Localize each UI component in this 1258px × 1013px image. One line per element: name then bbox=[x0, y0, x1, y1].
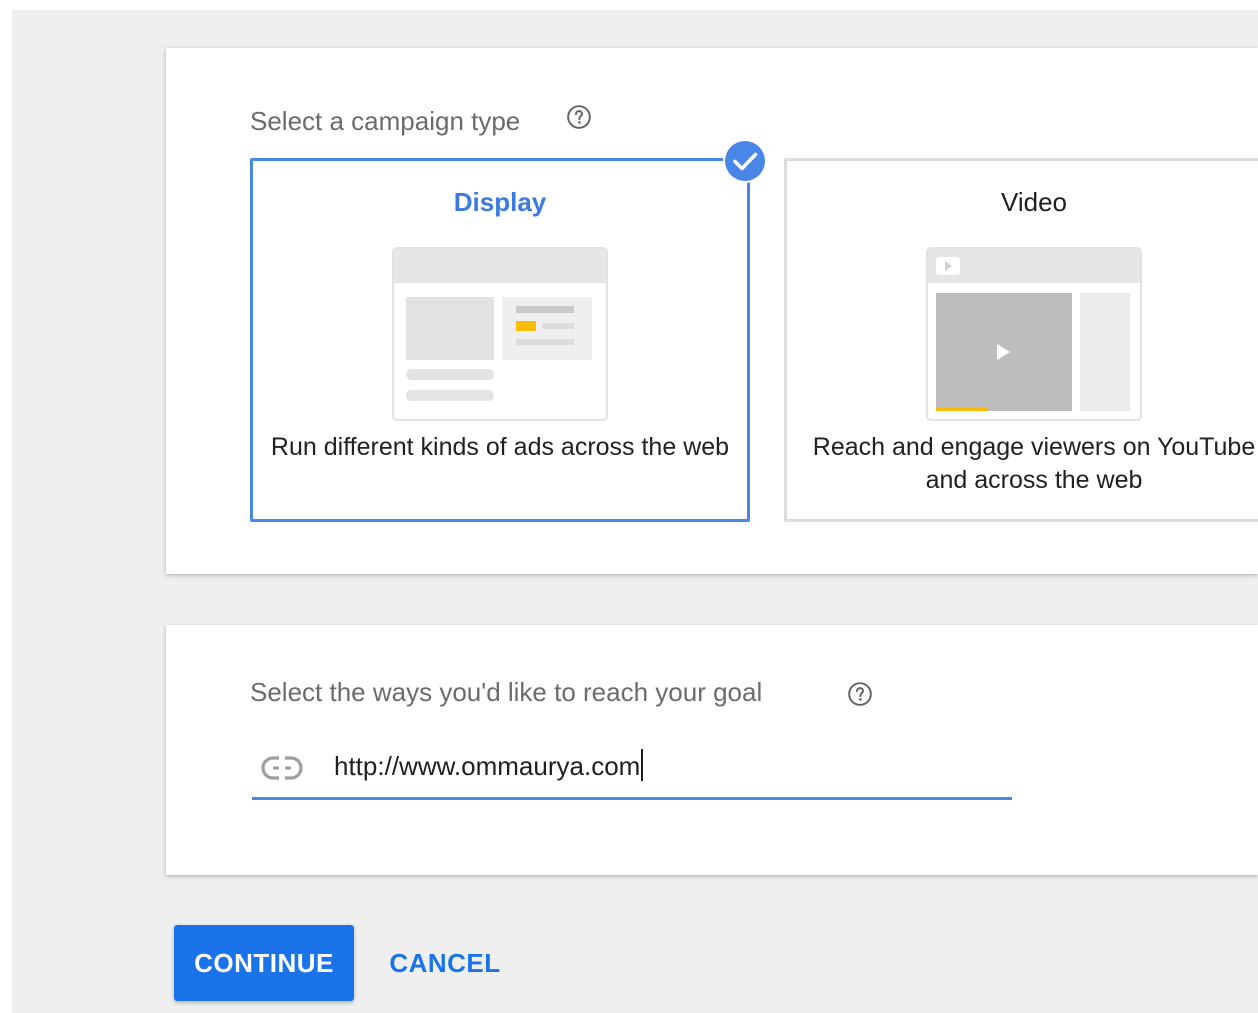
display-ad-illustration bbox=[392, 247, 608, 421]
campaign-type-title: Select a campaign type bbox=[250, 106, 521, 136]
url-input-underline bbox=[252, 797, 1012, 800]
goal-title: Select the ways you'd like to reach your… bbox=[250, 677, 763, 707]
left-gutter bbox=[0, 10, 12, 1013]
video-ad-illustration bbox=[926, 247, 1142, 421]
campaign-option-video[interactable]: Video Reach and engage viewers on YouTub… bbox=[784, 158, 1258, 522]
link-icon bbox=[261, 756, 303, 780]
option-title-video: Video bbox=[1000, 187, 1068, 217]
option-description-video: Reach and engage viewers on YouTube and … bbox=[812, 433, 1256, 494]
text-caret bbox=[641, 749, 644, 781]
campaign-type-card: Select a campaign type Display Run diffe… bbox=[166, 48, 1258, 574]
cancel-button[interactable]: CANCEL bbox=[374, 925, 516, 1001]
continue-button[interactable]: CONTINUE bbox=[174, 925, 354, 1001]
option-description-display: Run different kinds of ads across the we… bbox=[270, 433, 730, 461]
option-title-display: Display bbox=[453, 187, 547, 217]
url-value: http://www.ommaurya.com bbox=[334, 751, 641, 781]
help-circle-icon[interactable] bbox=[847, 681, 873, 707]
goal-card: Select the ways you'd like to reach your… bbox=[166, 625, 1258, 875]
top-strip bbox=[0, 0, 1258, 10]
help-circle-icon[interactable] bbox=[566, 104, 592, 130]
check-circle-icon bbox=[723, 139, 767, 183]
url-input[interactable]: http://www.ommaurya.com bbox=[334, 749, 644, 782]
campaign-option-display[interactable]: Display Run different kinds of ads acros… bbox=[250, 158, 750, 522]
